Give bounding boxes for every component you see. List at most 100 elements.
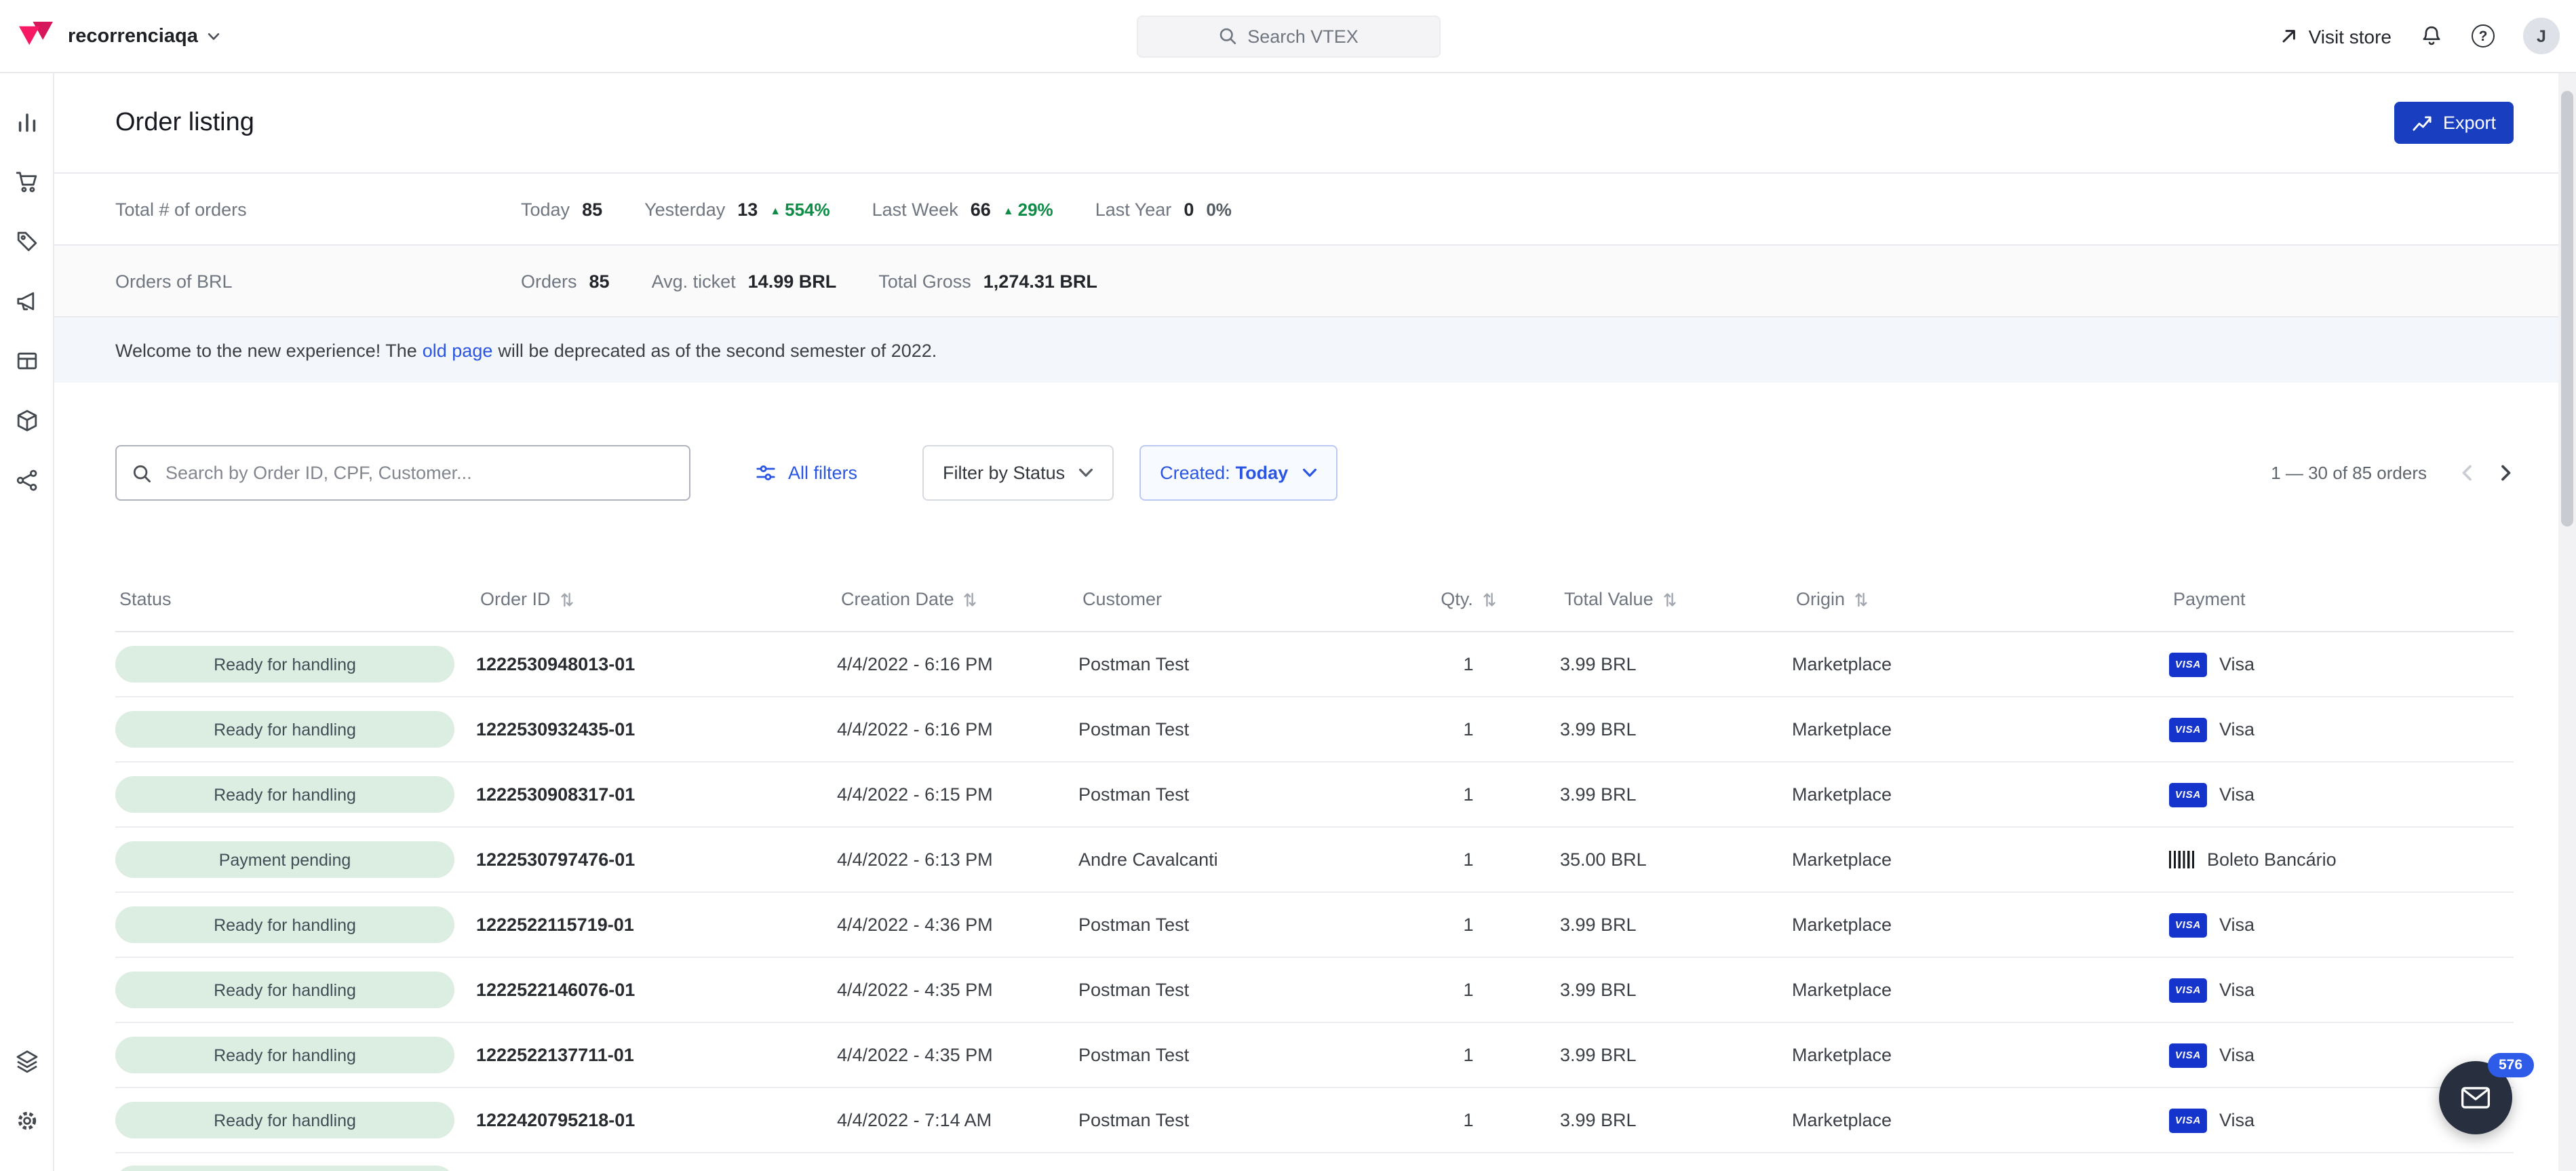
avatar-initial: J	[2537, 26, 2546, 45]
sidebar-item-analytics[interactable]	[14, 110, 39, 134]
cell-origin: Marketplace	[1792, 654, 2169, 674]
cell-customer: Postman Test	[1078, 719, 1377, 740]
column-header-creation-date[interactable]: Creation Date	[837, 589, 1078, 609]
sidebar-item-marketing[interactable]	[14, 289, 39, 313]
cell-status: Payment pending	[115, 841, 476, 878]
order-search-input[interactable]	[115, 445, 690, 501]
cell-order-id[interactable]: 1222522137711-01	[476, 1045, 837, 1065]
cell-qty: 1	[1377, 719, 1560, 740]
column-header-qty-[interactable]: Qty.	[1377, 589, 1560, 609]
stats-row-label: Total # of orders	[115, 199, 521, 219]
stat-metric-label: Avg. ticket	[652, 271, 736, 291]
account-menu[interactable]: recorrenciaqa	[68, 25, 220, 47]
visa-icon: VISA	[2169, 782, 2207, 807]
stat-metric: Today85	[521, 199, 602, 219]
orders-brl-row: Orders of BRL Orders85Avg. ticket14.99 B…	[54, 244, 2576, 316]
cell-order-id[interactable]: 1222420795218-01	[476, 1110, 837, 1130]
cell-total-value: 3.99 BRL	[1560, 784, 1792, 805]
cell-order-id[interactable]: 1222522115719-01	[476, 915, 837, 935]
sidebar-item-catalog[interactable]	[14, 349, 39, 373]
sidebar-item-integrations[interactable]	[14, 468, 39, 493]
search-icon	[1217, 26, 1236, 45]
cell-total-value: 3.99 BRL	[1560, 1110, 1792, 1130]
status-badge: Payment pending	[115, 841, 454, 878]
table-toolbar: All filters Filter by Status Created:Tod…	[115, 445, 2514, 501]
sidebar-item-apps[interactable]	[14, 1049, 39, 1073]
stats-summary: Total # of orders Today85Yesterday13▲554…	[54, 172, 2576, 316]
sidebar-item-settings[interactable]	[14, 1109, 39, 1133]
table-row[interactable]: Ready for handling1222530948013-014/4/20…	[115, 632, 2514, 697]
table-row[interactable]: Ready for handling1222522137711-014/4/20…	[115, 1023, 2514, 1088]
column-header-total-value[interactable]: Total Value	[1560, 589, 1792, 609]
stat-metric: Last Year00%	[1095, 199, 1232, 219]
scrollbar-thumb[interactable]	[2561, 91, 2573, 526]
topbar: recorrenciaqa Search VTEX Visit store ? …	[0, 0, 2576, 73]
megaphone-icon	[14, 289, 39, 313]
cell-total-value: 3.99 BRL	[1560, 719, 1792, 740]
table-row[interactable]: Payment pending1222530797476-014/4/2022 …	[115, 828, 2514, 893]
order-search	[115, 445, 690, 501]
status-badge: Ready for handling	[115, 776, 454, 813]
cell-creation-date: 4/4/2022 - 6:16 PM	[837, 654, 1078, 674]
sort-icon	[1854, 591, 1868, 607]
cell-creation-date: 4/4/2022 - 4:35 PM	[837, 980, 1078, 1000]
cell-order-id[interactable]: 1222530797476-01	[476, 849, 837, 870]
table-body: Ready for handling1222530948013-014/4/20…	[115, 632, 2514, 1171]
visa-icon: VISA	[2169, 1108, 2207, 1132]
user-avatar[interactable]: J	[2523, 18, 2560, 54]
cell-payment: Boleto Bancário	[2169, 849, 2507, 870]
previous-page-button[interactable]	[2459, 464, 2477, 482]
chevron-down-icon	[1078, 468, 1093, 478]
envelope-icon	[2461, 1086, 2491, 1110]
table-header: StatusOrder IDCreation DateCustomerQty.T…	[115, 567, 2514, 632]
banner-text-after: will be deprecated as of the second seme…	[498, 340, 937, 360]
notifications-button[interactable]	[2420, 24, 2443, 47]
cell-payment: VISAVisa	[2169, 978, 2507, 1002]
cell-order-id[interactable]: 1222530908317-01	[476, 784, 837, 805]
status-badge: Ready for handling	[115, 1037, 454, 1073]
old-page-link[interactable]: old page	[423, 340, 493, 360]
column-header-order-id[interactable]: Order ID	[476, 589, 837, 609]
table-row[interactable]: Ready for handling1222522115719-014/4/20…	[115, 893, 2514, 958]
table-row[interactable]: Ready for handling1222522146076-014/4/20…	[115, 958, 2514, 1023]
cell-order-id[interactable]: 1222522146076-01	[476, 980, 837, 1000]
cell-order-id[interactable]: 1222530932435-01	[476, 719, 837, 740]
help-button[interactable]: ?	[2472, 24, 2495, 47]
cell-status: Ready for handling	[115, 711, 476, 748]
cell-origin: Marketplace	[1792, 719, 2169, 740]
visit-store-button[interactable]: Visit store	[2280, 25, 2392, 47]
export-label: Export	[2443, 113, 2496, 133]
bar-chart-icon	[14, 110, 39, 134]
table-row[interactable]: Ready for handling1222530932435-014/4/20…	[115, 697, 2514, 763]
status-filter-label: Filter by Status	[943, 463, 1065, 483]
layers-icon	[14, 1049, 39, 1073]
export-button[interactable]: Export	[2394, 102, 2514, 144]
gear-icon	[14, 1109, 39, 1133]
created-filter-dropdown[interactable]: Created:Today	[1139, 445, 1337, 501]
cell-total-value: 3.99 BRL	[1560, 654, 1792, 674]
cell-status: Ready for handling	[115, 646, 476, 683]
vtex-logo-icon	[19, 22, 53, 50]
global-search[interactable]: Search VTEX	[1136, 15, 1440, 57]
table-row[interactable]: Ready for handling1222530908317-014/4/20…	[115, 763, 2514, 828]
column-header-payment: Payment	[2169, 589, 2507, 609]
next-page-button[interactable]	[2496, 464, 2514, 482]
sidebar-item-shipping[interactable]	[14, 408, 39, 433]
visa-icon: VISA	[2169, 978, 2207, 1002]
table-row[interactable]	[115, 1153, 2514, 1171]
column-header-origin[interactable]: Origin	[1792, 589, 2169, 609]
all-filters-button[interactable]: All filters	[756, 463, 857, 483]
created-value: Today	[1236, 463, 1289, 483]
package-icon	[14, 408, 39, 433]
page-header: Order listing Export	[54, 73, 2576, 172]
orders-count-row: Total # of orders Today85Yesterday13▲554…	[54, 172, 2576, 244]
all-filters-label: All filters	[788, 463, 857, 483]
sidebar-item-promotions[interactable]	[14, 229, 39, 254]
cell-qty: 1	[1377, 654, 1560, 674]
status-filter-dropdown[interactable]: Filter by Status	[922, 445, 1114, 501]
cell-qty: 1	[1377, 849, 1560, 870]
sidebar-item-orders[interactable]	[14, 170, 39, 194]
cell-order-id[interactable]: 1222530948013-01	[476, 654, 837, 674]
vtex-admin-order-listing: recorrenciaqa Search VTEX Visit store ? …	[0, 0, 2576, 1171]
table-row[interactable]: Ready for handling1222420795218-014/4/20…	[115, 1088, 2514, 1153]
